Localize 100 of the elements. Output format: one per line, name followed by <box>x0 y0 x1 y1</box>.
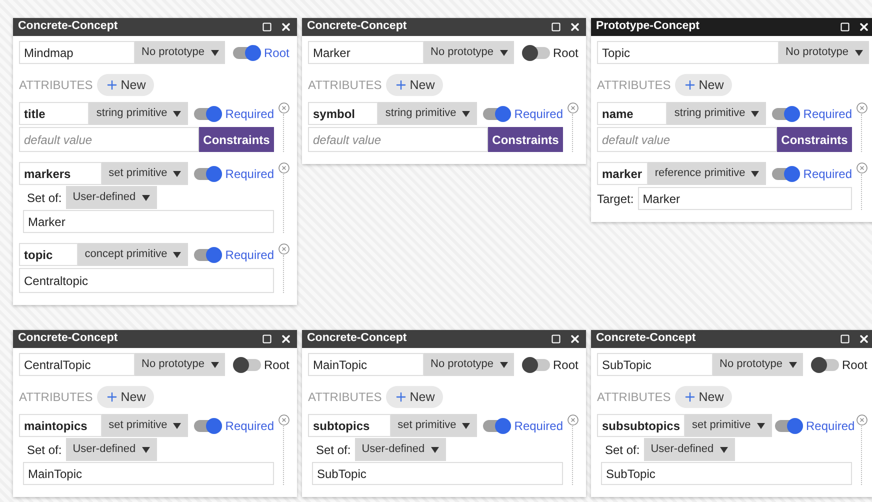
set-value-field[interactable]: Marker <box>23 210 274 233</box>
new-button[interactable]: New <box>386 74 443 96</box>
default-value-field[interactable]: default value <box>597 127 777 152</box>
caret-icon <box>142 194 150 200</box>
toggle-switch[interactable] <box>811 356 839 372</box>
attribute-name-field[interactable]: topic <box>19 243 78 266</box>
type-dropdown[interactable]: No prototype <box>135 41 225 64</box>
attribute-name-field[interactable]: maintopics <box>19 414 102 437</box>
concept-name-field[interactable]: SubTopic <box>597 353 713 376</box>
attribute-name-field[interactable]: name <box>597 102 668 125</box>
type-dropdown[interactable]: set primitive <box>102 414 188 437</box>
toggle-switch[interactable] <box>233 44 261 60</box>
maximize-icon[interactable] <box>840 334 850 344</box>
toggle-switch[interactable] <box>194 246 222 262</box>
attribute-name-field[interactable]: subtopics <box>308 414 391 437</box>
type-dropdown[interactable]: string primitive <box>667 102 766 125</box>
set-of-label: Set of: <box>315 442 352 458</box>
toggle-switch[interactable] <box>233 356 261 372</box>
constraints-button[interactable]: Constraints <box>777 127 852 152</box>
delete-icon[interactable] <box>278 414 290 426</box>
target-label: Target: <box>597 190 635 208</box>
new-button[interactable]: New <box>674 74 732 96</box>
type-dropdown[interactable]: User-defined <box>66 186 157 209</box>
new-button[interactable]: New <box>96 74 154 96</box>
caret-icon <box>173 170 182 176</box>
type-dropdown[interactable]: set primitive <box>390 414 478 437</box>
attribute-name-field[interactable]: subsubtopics <box>597 414 686 437</box>
toggle-switch[interactable] <box>772 166 800 182</box>
attributes-heading: ATTRIBUTES <box>597 77 671 94</box>
attributes-heading: ATTRIBUTES <box>19 77 93 94</box>
close-icon[interactable] <box>858 333 870 345</box>
maximize-icon[interactable] <box>551 22 561 32</box>
toggle-switch[interactable] <box>775 418 803 434</box>
default-value-field[interactable]: default value <box>308 127 488 152</box>
type-dropdown[interactable]: set primitive <box>685 414 772 437</box>
delete-icon[interactable] <box>278 243 290 255</box>
type-dropdown[interactable]: No prototype <box>713 353 803 376</box>
close-icon[interactable] <box>280 333 292 345</box>
maximize-icon[interactable] <box>262 334 272 344</box>
type-dropdown[interactable]: string primitive <box>89 102 188 125</box>
plus-icon <box>104 390 119 404</box>
attribute-name-field[interactable]: markers <box>19 162 102 185</box>
toggle-switch[interactable] <box>772 106 800 122</box>
close-icon[interactable] <box>569 21 581 33</box>
concept-name-field[interactable]: Mindmap <box>19 41 135 64</box>
concept-name-field[interactable]: MainTopic <box>308 353 424 376</box>
root-label: Root <box>264 356 290 374</box>
toggle-switch[interactable] <box>194 106 222 122</box>
type-dropdown[interactable]: User-defined <box>644 438 735 461</box>
target-field[interactable]: Marker <box>638 187 852 210</box>
delete-icon[interactable] <box>856 162 868 174</box>
type-dropdown[interactable]: No prototype <box>779 41 869 64</box>
toggle-switch[interactable] <box>194 418 222 434</box>
window-title: Prototype-Concept <box>596 19 700 34</box>
delete-icon[interactable] <box>566 414 578 426</box>
delete-icon[interactable] <box>278 162 290 174</box>
delete-icon[interactable] <box>566 102 578 114</box>
close-icon[interactable] <box>858 21 870 33</box>
type-dropdown[interactable]: User-defined <box>354 438 446 461</box>
close-icon[interactable] <box>280 21 292 33</box>
toggle-switch[interactable] <box>522 356 550 372</box>
constraints-button[interactable]: Constraints <box>488 127 563 152</box>
maximize-icon[interactable] <box>262 22 272 32</box>
set-value-field[interactable]: MainTopic <box>23 462 274 485</box>
attribute-name-field[interactable]: marker <box>597 162 648 185</box>
close-icon[interactable] <box>569 333 581 345</box>
type-dropdown[interactable]: User-defined <box>66 438 157 461</box>
delete-icon[interactable] <box>856 102 868 114</box>
attribute-name-field[interactable]: symbol <box>308 102 378 125</box>
caret-icon <box>210 362 218 368</box>
delete-icon[interactable] <box>856 414 868 426</box>
toggle-switch[interactable] <box>483 418 512 434</box>
toggle-switch[interactable] <box>522 44 550 60</box>
attribute-name-field[interactable]: title <box>19 102 90 125</box>
toggle-switch[interactable] <box>194 166 222 182</box>
toggle-switch[interactable] <box>483 106 512 122</box>
type-dropdown[interactable]: set primitive <box>102 162 188 185</box>
type-dropdown[interactable]: reference primitive <box>648 162 766 185</box>
constraints-button[interactable]: Constraints <box>199 127 274 152</box>
new-button[interactable]: New <box>386 386 443 408</box>
window-title: Concrete-Concept <box>596 331 697 346</box>
type-dropdown[interactable]: No prototype <box>135 353 225 376</box>
maximize-icon[interactable] <box>840 22 850 32</box>
type-dropdown[interactable]: No prototype <box>424 41 514 64</box>
new-button[interactable]: New <box>674 386 732 408</box>
type-dropdown[interactable]: string primitive <box>378 102 478 125</box>
set-value-field[interactable]: SubTopic <box>312 462 563 485</box>
maximize-icon[interactable] <box>551 334 561 344</box>
caret-icon <box>756 422 765 428</box>
concept-name-field[interactable]: CentralTopic <box>19 353 135 376</box>
concept-name-field[interactable]: Marker <box>308 41 424 64</box>
type-dropdown[interactable]: No prototype <box>424 353 514 376</box>
default-value-field[interactable]: default value <box>19 127 199 152</box>
concept-name-field[interactable]: Topic <box>597 41 779 64</box>
type-dropdown[interactable]: concept primitive <box>78 243 188 266</box>
concept-value-field[interactable]: Centraltopic <box>19 268 274 293</box>
caret-icon <box>173 422 182 428</box>
set-value-field[interactable]: SubTopic <box>601 462 852 485</box>
delete-icon[interactable] <box>278 102 290 114</box>
new-button[interactable]: New <box>96 386 154 408</box>
